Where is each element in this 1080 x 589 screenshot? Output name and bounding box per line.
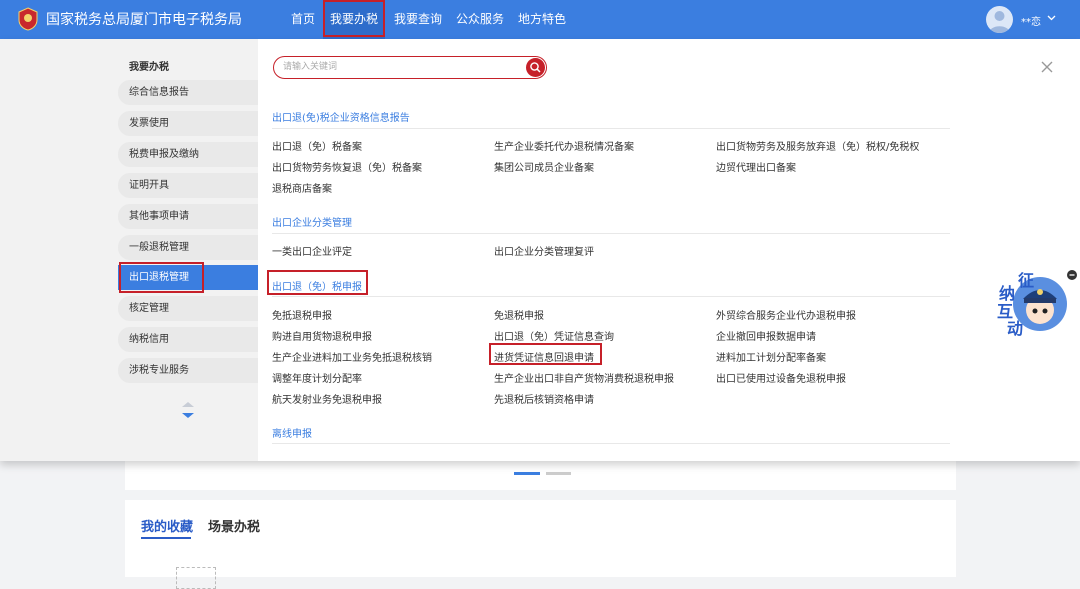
menu-link[interactable]: 出口货物劳务恢复退（免）税备案 [272,159,422,174]
menu-link[interactable]: 生产企业进料加工业务免抵退税核销 [272,349,432,364]
tax-emblem-icon [18,7,38,31]
menu-link[interactable]: 生产企业委托代办退税情况备案 [494,138,634,153]
nav-query[interactable]: 我要查询 [394,0,442,39]
divider [272,296,950,297]
sidebar-item[interactable]: 涉税专业服务 [118,358,258,383]
top-nav-bar: 国家税务总局厦门市电子税务局 首页 我要办税 我要查询 公众服务 地方特色 **… [0,0,1080,39]
menu-link[interactable]: 航天发射业务免退税申报 [272,391,382,406]
menu-link[interactable]: 企业撤回申报数据申请 [716,328,816,343]
tab-underline [141,537,191,539]
scroll-arrows-icon[interactable] [181,401,195,420]
menu-link[interactable]: 出口退（免）税备案 [272,138,362,153]
search-button[interactable] [526,58,545,77]
menu-link[interactable]: 出口企业分类管理复评 [494,243,594,258]
mascot-char: 征 [1018,271,1035,290]
menu-link[interactable]: 进料加工计划分配率备案 [716,349,826,364]
menu-link[interactable]: 出口退（免）凭证信息查询 [494,328,614,343]
sidebar-heading: 我要办税 [129,62,169,73]
nav-tax-handling[interactable]: 我要办税 [323,0,385,39]
add-favorite-slot[interactable] [176,567,216,589]
sidebar-item[interactable]: 证明开具 [118,173,258,198]
menu-link[interactable]: 免抵退税申报 [272,307,332,322]
sidebar-item[interactable]: 核定管理 [118,296,258,321]
nav-home[interactable]: 首页 [291,0,315,39]
nav-local-feature[interactable]: 地方特色 [518,0,566,39]
menu-link-highlighted[interactable]: 进货凭证信息回退申请 [494,349,594,364]
search-icon [530,62,541,73]
tab-favorites[interactable]: 我的收藏 [141,516,193,535]
tab-scene[interactable]: 场景办税 [208,516,260,535]
category-title: 离线申报 [272,429,312,440]
menu-link[interactable]: 集团公司成员企业备案 [494,159,594,174]
menu-link[interactable]: 一类出口企业评定 [272,243,352,258]
carousel-dot[interactable] [546,472,571,475]
sidebar-item[interactable]: 发票使用 [118,111,258,136]
menu-link[interactable]: 先退税后核销资格申请 [494,391,594,406]
sidebar-item[interactable]: 其他事项申请 [118,204,258,229]
sidebar-item[interactable]: 纳税信用 [118,327,258,352]
sidebar-item[interactable]: 税费申报及缴纳 [118,142,258,167]
menu-link[interactable]: 出口货物劳务及服务放弃退（免）税权/免税权 [716,138,919,153]
menu-link[interactable]: 免退税申报 [494,307,544,322]
close-icon[interactable] [1041,61,1053,73]
favorites-card [125,500,956,577]
menu-link[interactable]: 生产企业出口非自产货物消费税退税申报 [494,370,674,385]
divider [272,128,950,129]
carousel-dot-active[interactable] [514,472,540,475]
user-avatar[interactable] [986,6,1013,33]
mega-menu-panel: 我要办税 综合信息报告 发票使用 税费申报及缴纳 证明开具 其他事项申请 一般退… [0,39,1080,461]
mascot-char: 动 [1007,319,1024,338]
nav-public-service[interactable]: 公众服务 [456,0,504,39]
menu-link[interactable]: 外贸综合服务企业代办退税申报 [716,307,856,322]
category-title: 出口退（免）税申报 [272,282,362,293]
chevron-down-icon[interactable] [1047,15,1056,21]
menu-link[interactable]: 调整年度计划分配率 [272,370,362,385]
menu-link[interactable]: 边贸代理出口备案 [716,159,796,174]
sidebar-item[interactable]: 综合信息报告 [118,80,258,105]
search-box[interactable]: 请输入关键词 [273,56,547,79]
divider [272,233,950,234]
sidebar-item-active[interactable]: 出口退税管理 [118,265,258,290]
username[interactable]: **恋 [1021,13,1041,28]
sidebar-item[interactable]: 一般退税管理 [118,235,258,260]
menu-link[interactable]: 出口已使用过设备免退税申报 [716,370,846,385]
banner-card [125,461,956,490]
search-input[interactable]: 请输入关键词 [283,57,337,78]
interaction-mascot[interactable]: 征 纳 互 动 [995,267,1080,338]
sidebar: 我要办税 综合信息报告 发票使用 税费申报及缴纳 证明开具 其他事项申请 一般退… [0,39,258,461]
menu-link[interactable]: 购进自用货物退税申报 [272,328,372,343]
user-icon [989,11,1010,33]
category-title: 出口企业分类管理 [272,218,352,229]
divider [272,443,950,444]
menu-link[interactable]: 退税商店备案 [272,180,332,195]
category-title: 出口退(免)税企业资格信息报告 [272,113,410,124]
site-title[interactable]: 国家税务总局厦门市电子税务局 [46,10,242,30]
